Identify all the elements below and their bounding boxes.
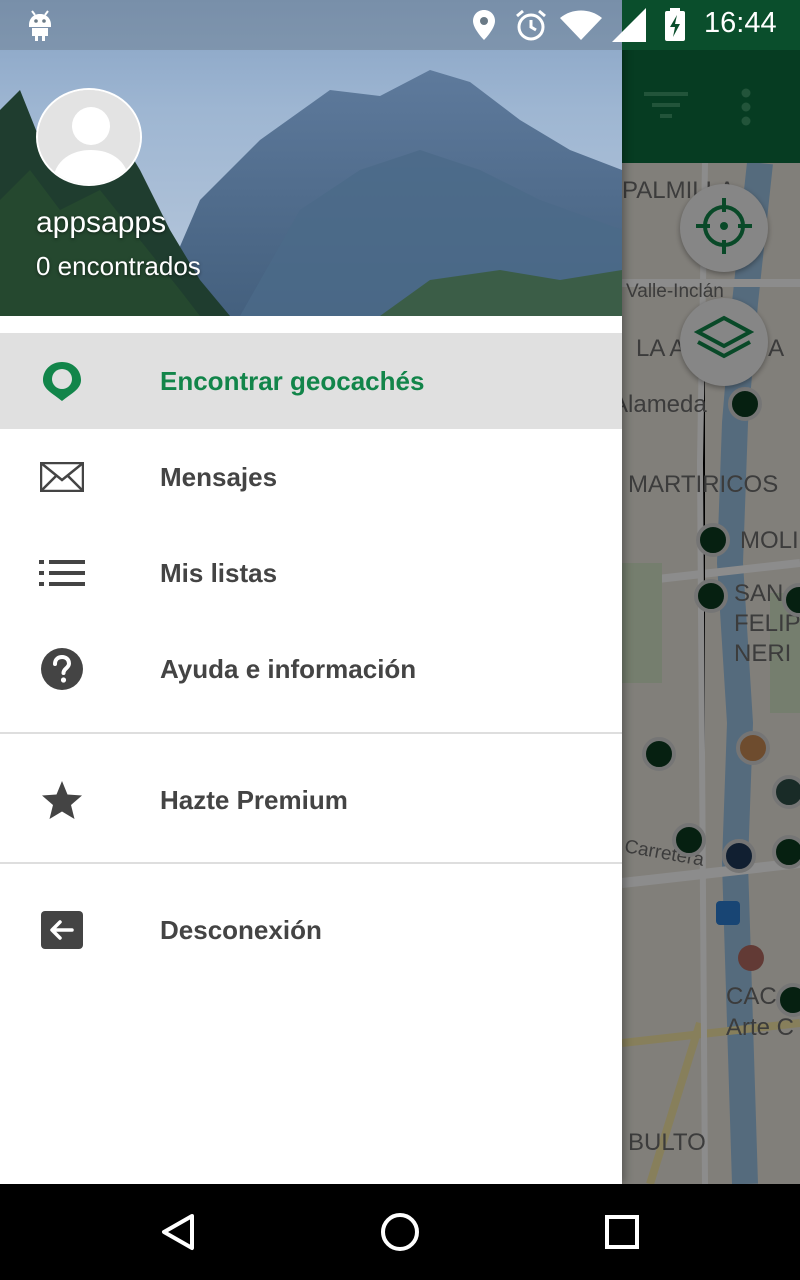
star-icon: [38, 776, 86, 824]
status-time: 16:44: [704, 7, 777, 39]
alarm-icon: [514, 8, 548, 42]
avatar[interactable]: [36, 88, 142, 186]
menu-item-find-geocaches[interactable]: Encontrar geocachés: [0, 333, 622, 429]
system-navigation-bar: [0, 1184, 800, 1280]
menu-item-help[interactable]: Ayuda e información: [0, 621, 622, 717]
recents-icon[interactable]: [598, 1208, 646, 1256]
logout-icon: [38, 906, 86, 954]
menu-item-label: Encontrar geocachés: [160, 365, 425, 396]
menu-item-messages[interactable]: Mensajes: [0, 429, 622, 525]
menu-item-logout[interactable]: Desconexión: [0, 882, 622, 978]
wifi-icon: [560, 8, 602, 42]
menu-item-label: Mis listas: [160, 557, 278, 588]
android-notification-icon: [26, 8, 54, 42]
found-count: 0 encontrados: [36, 251, 201, 281]
menu-item-label: Mensajes: [160, 461, 278, 492]
envelope-icon: [38, 453, 86, 501]
status-bar: 16:44: [0, 0, 800, 50]
username: appsapps: [36, 206, 167, 239]
back-icon[interactable]: [154, 1208, 202, 1256]
help-icon: [38, 645, 86, 693]
location-pin-icon: [472, 8, 496, 42]
menu-item-my-lists[interactable]: Mis listas: [0, 525, 622, 621]
menu-divider: [0, 732, 622, 734]
battery-charging-icon: [664, 8, 686, 42]
home-icon[interactable]: [376, 1208, 424, 1256]
navigation-drawer: appsapps 0 encontrados Encontrar geocach…: [0, 0, 622, 1184]
menu-item-label: Ayuda e información: [160, 653, 417, 684]
cell-signal-icon: [612, 8, 646, 42]
menu-item-go-premium[interactable]: Hazte Premium: [0, 752, 622, 848]
map-marker-icon: [38, 357, 86, 405]
menu-item-label: Hazte Premium: [160, 784, 348, 815]
menu-divider: [0, 862, 622, 864]
menu-item-label: Desconexión: [160, 914, 322, 945]
list-icon: [38, 549, 86, 597]
